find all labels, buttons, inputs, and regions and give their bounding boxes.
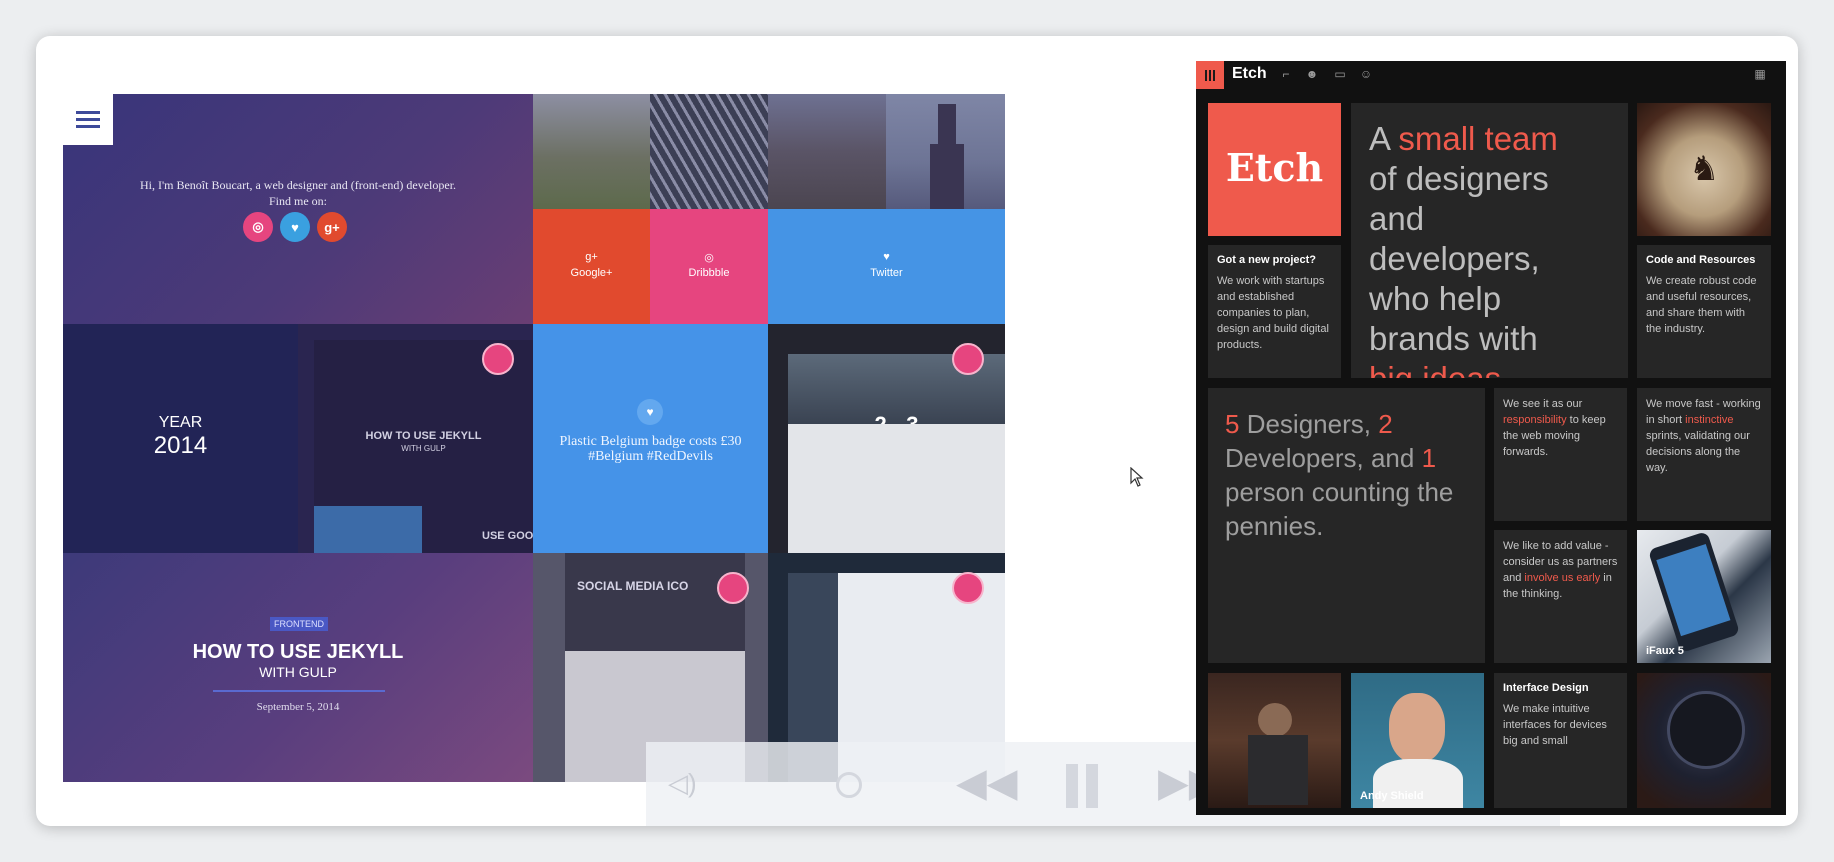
interface-title: Interface Design xyxy=(1503,682,1589,694)
turntable-photo xyxy=(1637,673,1771,808)
post-subtitle: WITH GULP xyxy=(259,664,337,680)
tweet-line1: Plastic Belgium badge costs £30 xyxy=(559,434,742,449)
people-icon[interactable]: ☻ xyxy=(1304,67,1320,81)
pillow-photo: ♞ xyxy=(1637,103,1771,236)
record-icon xyxy=(1667,691,1745,769)
responsibility-text: We see it as our responsibility to keep … xyxy=(1503,398,1606,458)
year-value: 2014 xyxy=(153,432,208,459)
twitter-icon: ♥ xyxy=(883,251,890,263)
find-me-text: Find me on: xyxy=(268,194,327,208)
category-badge: FRONTEND xyxy=(270,617,328,631)
value-text: We like to add value - consider us as pa… xyxy=(1503,540,1618,600)
shot-subtitle: WITH GULP xyxy=(401,444,446,453)
photo-field xyxy=(768,94,886,209)
code-text: We create robust code and useful resourc… xyxy=(1646,275,1757,335)
hero-text: A small team of designers and developers… xyxy=(1369,120,1558,378)
soccer-screenshot-tile[interactable]: 2 - 3 xyxy=(768,324,1005,553)
portfolio-mosaic: Hi, I'm Benoît Boucart, a web designer a… xyxy=(63,94,1005,782)
google-plus-tile[interactable]: g+ Google+ xyxy=(533,209,650,324)
interface-text: We make intuitive interfaces for devices… xyxy=(1503,703,1607,747)
photo-stadium xyxy=(533,94,650,209)
intro-tile: Hi, I'm Benoît Boucart, a web designer a… xyxy=(63,94,533,324)
intro-text: Hi, I'm Benoît Boucart, a web designer a… xyxy=(139,178,457,192)
dot-icon[interactable] xyxy=(836,772,862,798)
project-text: We work with startups and established co… xyxy=(1217,275,1329,351)
desk-photo xyxy=(1208,673,1341,808)
photo-cathedral xyxy=(886,94,1005,209)
dribbble-icon: ◎ xyxy=(704,252,714,264)
hero-card: A small team of designers and developers… xyxy=(1351,103,1628,378)
keyboard-icon[interactable]: ▦ xyxy=(1750,67,1770,81)
etch-site: Etch ⌐ ☻ ▭ ☺ ▦ Etch Got a new project? W… xyxy=(1196,61,1786,815)
deer-icon: ♞ xyxy=(1689,150,1720,188)
photo-station xyxy=(650,94,768,209)
dribbble-icon xyxy=(952,343,984,375)
video-frame: Hi, I'm Benoît Boucart, a web designer a… xyxy=(36,36,1798,826)
project-card[interactable]: Got a new project? We work with startups… xyxy=(1208,245,1341,378)
screen-icon[interactable]: ▭ xyxy=(1332,67,1348,81)
etch-logo-large: Etch xyxy=(1225,145,1324,190)
article-title: SOCIAL MEDIA ICO xyxy=(577,579,689,593)
shot-side-title: USE GOO xyxy=(482,530,533,542)
dribbble-icon xyxy=(717,572,749,604)
andy-photo[interactable]: Andy Shield xyxy=(1351,673,1484,808)
dribbble-tile[interactable]: ◎ Dribbble xyxy=(650,209,768,324)
sprints-card: We move fast - working in short instinct… xyxy=(1637,388,1771,521)
mouse-cursor-icon xyxy=(1130,467,1144,487)
pause-icon[interactable] xyxy=(1066,764,1078,808)
twitter-icon[interactable]: ♥ xyxy=(280,212,310,242)
etch-logo[interactable]: Etch xyxy=(1232,65,1267,83)
twitter-label: Twitter xyxy=(870,267,903,279)
dribbble-label: Dribbble xyxy=(688,267,730,279)
code-card[interactable]: Code and Resources We create robust code… xyxy=(1637,245,1771,378)
team-card: 5 Designers, 2 Developers, and 1 person … xyxy=(1208,388,1485,663)
dribbble-icon xyxy=(482,343,514,375)
chair-icon[interactable]: ⌐ xyxy=(1278,67,1294,81)
menu-icon xyxy=(76,111,100,114)
dribbble-icon[interactable]: ◎ xyxy=(243,212,273,242)
rewind-icon[interactable]: ◀◀ xyxy=(956,760,1018,806)
team-text: 5 Designers, 2 Developers, and 1 person … xyxy=(1225,409,1454,541)
interface-card[interactable]: Interface Design We make intuitive inter… xyxy=(1494,673,1627,808)
year-label: YEAR xyxy=(158,414,203,431)
ifaux-photo[interactable]: iFaux 5 xyxy=(1637,530,1771,663)
andy-label: Andy Shield xyxy=(1360,790,1424,802)
post-title: HOW TO USE JEKYLL xyxy=(192,641,404,663)
jekyll-screenshot-tile[interactable]: HOW TO USE JEKYLL WITH GULP USE GOO xyxy=(298,324,533,553)
etch-logo-tile[interactable]: Etch xyxy=(1208,103,1341,236)
menu-button[interactable] xyxy=(63,94,113,145)
year-tile[interactable]: YEAR 2014 xyxy=(63,324,298,553)
project-title: Got a new project? xyxy=(1217,254,1317,266)
dribbble-icon xyxy=(952,572,984,604)
twitter-icon: ♥ xyxy=(637,399,663,425)
etch-topbar: Etch ⌐ ☻ ▭ ☺ ▦ xyxy=(1196,61,1786,89)
head-icon[interactable]: ☺ xyxy=(1358,67,1374,81)
twitter-tile[interactable]: ♥ Twitter xyxy=(768,209,1005,324)
post-date: September 5, 2014 xyxy=(256,701,340,713)
google-plus-icon[interactable]: g+ xyxy=(317,212,347,242)
google-plus-label: Google+ xyxy=(570,267,613,279)
tweet-line2: #Belgium #RedDevils xyxy=(588,449,713,464)
volume-icon[interactable]: ◁) xyxy=(668,768,697,799)
divider xyxy=(213,690,385,692)
blog-post-tile[interactable]: FRONTEND HOW TO USE JEKYLL WITH GULP Sep… xyxy=(63,553,533,782)
menu-icon[interactable] xyxy=(1196,61,1224,89)
code-title: Code and Resources xyxy=(1646,254,1756,266)
ifaux-label: iFaux 5 xyxy=(1646,645,1684,657)
value-card: We like to add value - consider us as pa… xyxy=(1494,530,1627,663)
phone-icon xyxy=(1647,531,1741,653)
responsibility-card: We see it as our responsibility to keep … xyxy=(1494,388,1627,521)
sprints-text: We move fast - working in short instinct… xyxy=(1646,398,1761,474)
google-plus-icon: g+ xyxy=(585,251,598,263)
shot-title: HOW TO USE JEKYLL xyxy=(365,430,482,442)
tweet-tile[interactable]: ♥ Plastic Belgium badge costs £30 #Belgi… xyxy=(533,324,768,553)
